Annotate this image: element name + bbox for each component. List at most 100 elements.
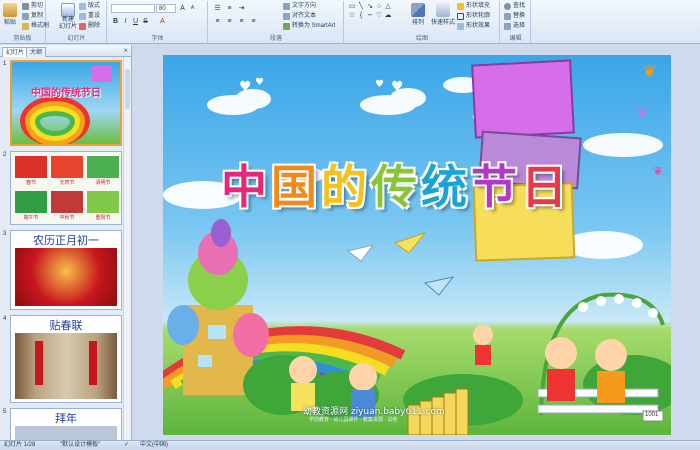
shape-effects-button[interactable]: 形状效果	[457, 22, 490, 31]
align-center-icon[interactable]: ≡	[225, 17, 234, 26]
layout-icon	[79, 3, 86, 10]
quick-styles-icon	[436, 3, 450, 17]
indent-icon[interactable]: ⇥	[237, 4, 246, 13]
quick-styles-button[interactable]: 快速样式	[431, 3, 455, 26]
svg-text:♥: ♥	[255, 77, 264, 88]
grow-font-button[interactable]: A	[178, 4, 187, 13]
festival-caption: 中秋节	[59, 215, 75, 221]
slide-stage: ♥ ♥ ♥ ♥ ♥	[133, 45, 700, 440]
text-direction-button[interactable]: 文字方向	[283, 2, 316, 11]
slide-thumbnail-1[interactable]: 中国的传统节日	[10, 60, 122, 146]
title-char: 节	[471, 160, 517, 214]
underline-button[interactable]: U	[131, 17, 140, 26]
scrollbar-thumb[interactable]	[125, 69, 130, 109]
title-char: 的	[321, 160, 367, 214]
shape-rectangle-icon[interactable]: ▭	[348, 3, 356, 11]
smartart-button[interactable]: 转换为 SmartArt	[283, 22, 335, 31]
effects-icon	[457, 23, 464, 30]
slide-canvas[interactable]: ♥ ♥ ♥ ♥ ♥	[163, 55, 671, 435]
pane-scrollbar[interactable]	[123, 57, 131, 440]
new-slide-button[interactable]: 新建 幻灯片	[59, 3, 77, 31]
font-size-combo[interactable]: 80	[156, 4, 176, 13]
svg-text:❦: ❦	[653, 164, 663, 178]
bullets-icon[interactable]: ☰	[213, 4, 222, 13]
thumb-title: 拜年	[55, 413, 77, 425]
numbering-icon[interactable]: ≡	[225, 4, 234, 13]
svg-text:❦: ❦	[637, 105, 649, 121]
arrange-button[interactable]: 排列	[411, 3, 425, 26]
spring-festival-photo	[15, 248, 117, 306]
slide-title[interactable]: 中国的传统节日	[221, 151, 567, 217]
title-char: 国	[271, 160, 317, 214]
italic-button[interactable]: I	[121, 17, 130, 26]
reset-button[interactable]: 重设	[79, 12, 100, 21]
clipboard-group: 粘贴 剪切 复制 格式刷 剪贴板	[0, 1, 49, 43]
paragraph-group: ☰ ≡ ⇥ ≡ ≡ ≡ ≡ 文字方向 对齐文本 转换为 SmartArt 段落	[209, 1, 344, 43]
font-label: 字体	[151, 36, 164, 42]
copy-icon	[22, 13, 29, 20]
tab-outline[interactable]: 大纲	[26, 47, 47, 57]
pane-tabs: 幻灯片 大纲 ×	[0, 45, 131, 57]
shrink-font-button[interactable]: A	[188, 4, 197, 13]
title-char: 统	[421, 160, 467, 214]
find-button[interactable]: 查找	[504, 2, 525, 11]
couplets-photo	[15, 333, 117, 399]
align-left-icon[interactable]: ≡	[213, 17, 222, 26]
slide-thumbnail-2[interactable]: 春节 元宵节 清明节 端午节 中秋节 重阳节	[10, 151, 122, 225]
svg-text:♥: ♥	[239, 79, 252, 95]
shape-oval-icon[interactable]: ○	[375, 3, 383, 11]
shape-curve-icon[interactable]: ∽	[366, 12, 374, 20]
slide-thumbnail-3[interactable]: 农历正月初一	[10, 230, 122, 310]
outline-icon	[457, 13, 464, 20]
slide-number: 1	[3, 61, 7, 67]
fill-icon	[457, 3, 464, 10]
paper-planes	[346, 231, 455, 296]
svg-text:❦: ❦	[643, 62, 656, 81]
shape-brace-icon[interactable]: {	[357, 12, 365, 20]
paste-button[interactable]: 粘贴	[3, 3, 17, 26]
shape-fill-button[interactable]: 形状填充	[457, 2, 490, 11]
shape-heart-icon[interactable]: ♡	[375, 12, 383, 20]
cut-button[interactable]: 剪切	[22, 2, 43, 11]
festival-tile	[87, 156, 119, 178]
scissors-icon	[22, 3, 29, 10]
shape-triangle-icon[interactable]: △	[384, 3, 392, 11]
justify-icon[interactable]: ≡	[249, 17, 258, 26]
editing-group: 查找 替换 选择 编辑	[501, 1, 531, 43]
status-bar: 幻灯片 1/28 "默认设计模板" ✓ 中文(中国)	[0, 440, 700, 449]
slide-thumbnail-5[interactable]: 拜年	[10, 408, 122, 440]
festival-caption: 元宵节	[59, 180, 75, 186]
shape-star-icon[interactable]: ☆	[348, 12, 356, 20]
replace-button[interactable]: 替换	[504, 12, 525, 21]
watermark-subtitle: 学前教育 · 幼儿园课件 · 教案资源 · 试卷	[309, 417, 398, 423]
slide-thumbnail-4[interactable]: 贴春联	[10, 315, 122, 403]
shape-line-icon[interactable]: ╲	[357, 3, 365, 11]
close-icon[interactable]: ×	[123, 46, 128, 55]
festival-tile	[87, 191, 119, 213]
delete-icon	[79, 23, 86, 30]
shape-cloud-icon[interactable]: ☁	[384, 12, 392, 20]
slides-pane: 幻灯片 大纲 × 1 中国的传统节日 2 春节 元宵节 清明节 端午节 中秋节 重阳节 3…	[0, 45, 132, 440]
align-right-icon[interactable]: ≡	[237, 17, 246, 26]
format-painter-button[interactable]: 格式刷	[22, 22, 49, 31]
festival-tile	[51, 156, 83, 178]
strikethrough-button[interactable]: S	[141, 17, 150, 26]
shape-outline-button[interactable]: 形状轮廓	[457, 12, 490, 21]
tab-slides[interactable]: 幻灯片	[2, 47, 29, 57]
find-icon	[504, 3, 511, 10]
slide-number: 5	[3, 409, 7, 415]
delete-button[interactable]: 删除	[79, 22, 100, 31]
festival-caption: 重阳节	[95, 215, 111, 221]
clipboard-label: 剪贴板	[13, 36, 32, 42]
font-name-combo[interactable]	[111, 4, 155, 13]
layout-button[interactable]: 版式	[79, 2, 100, 11]
copy-button[interactable]: 复制	[22, 12, 43, 21]
thumb-sign	[92, 66, 112, 82]
svg-text:♥: ♥	[375, 79, 384, 90]
bold-button[interactable]: B	[111, 17, 120, 26]
shape-arrow-icon[interactable]: ↘	[366, 3, 374, 11]
font-color-icon[interactable]: A	[158, 17, 167, 26]
slide-artwork: ♥ ♥ ♥ ♥ ♥	[163, 59, 671, 435]
select-button[interactable]: 选择	[504, 22, 525, 31]
align-text-button[interactable]: 对齐文本	[283, 12, 316, 21]
